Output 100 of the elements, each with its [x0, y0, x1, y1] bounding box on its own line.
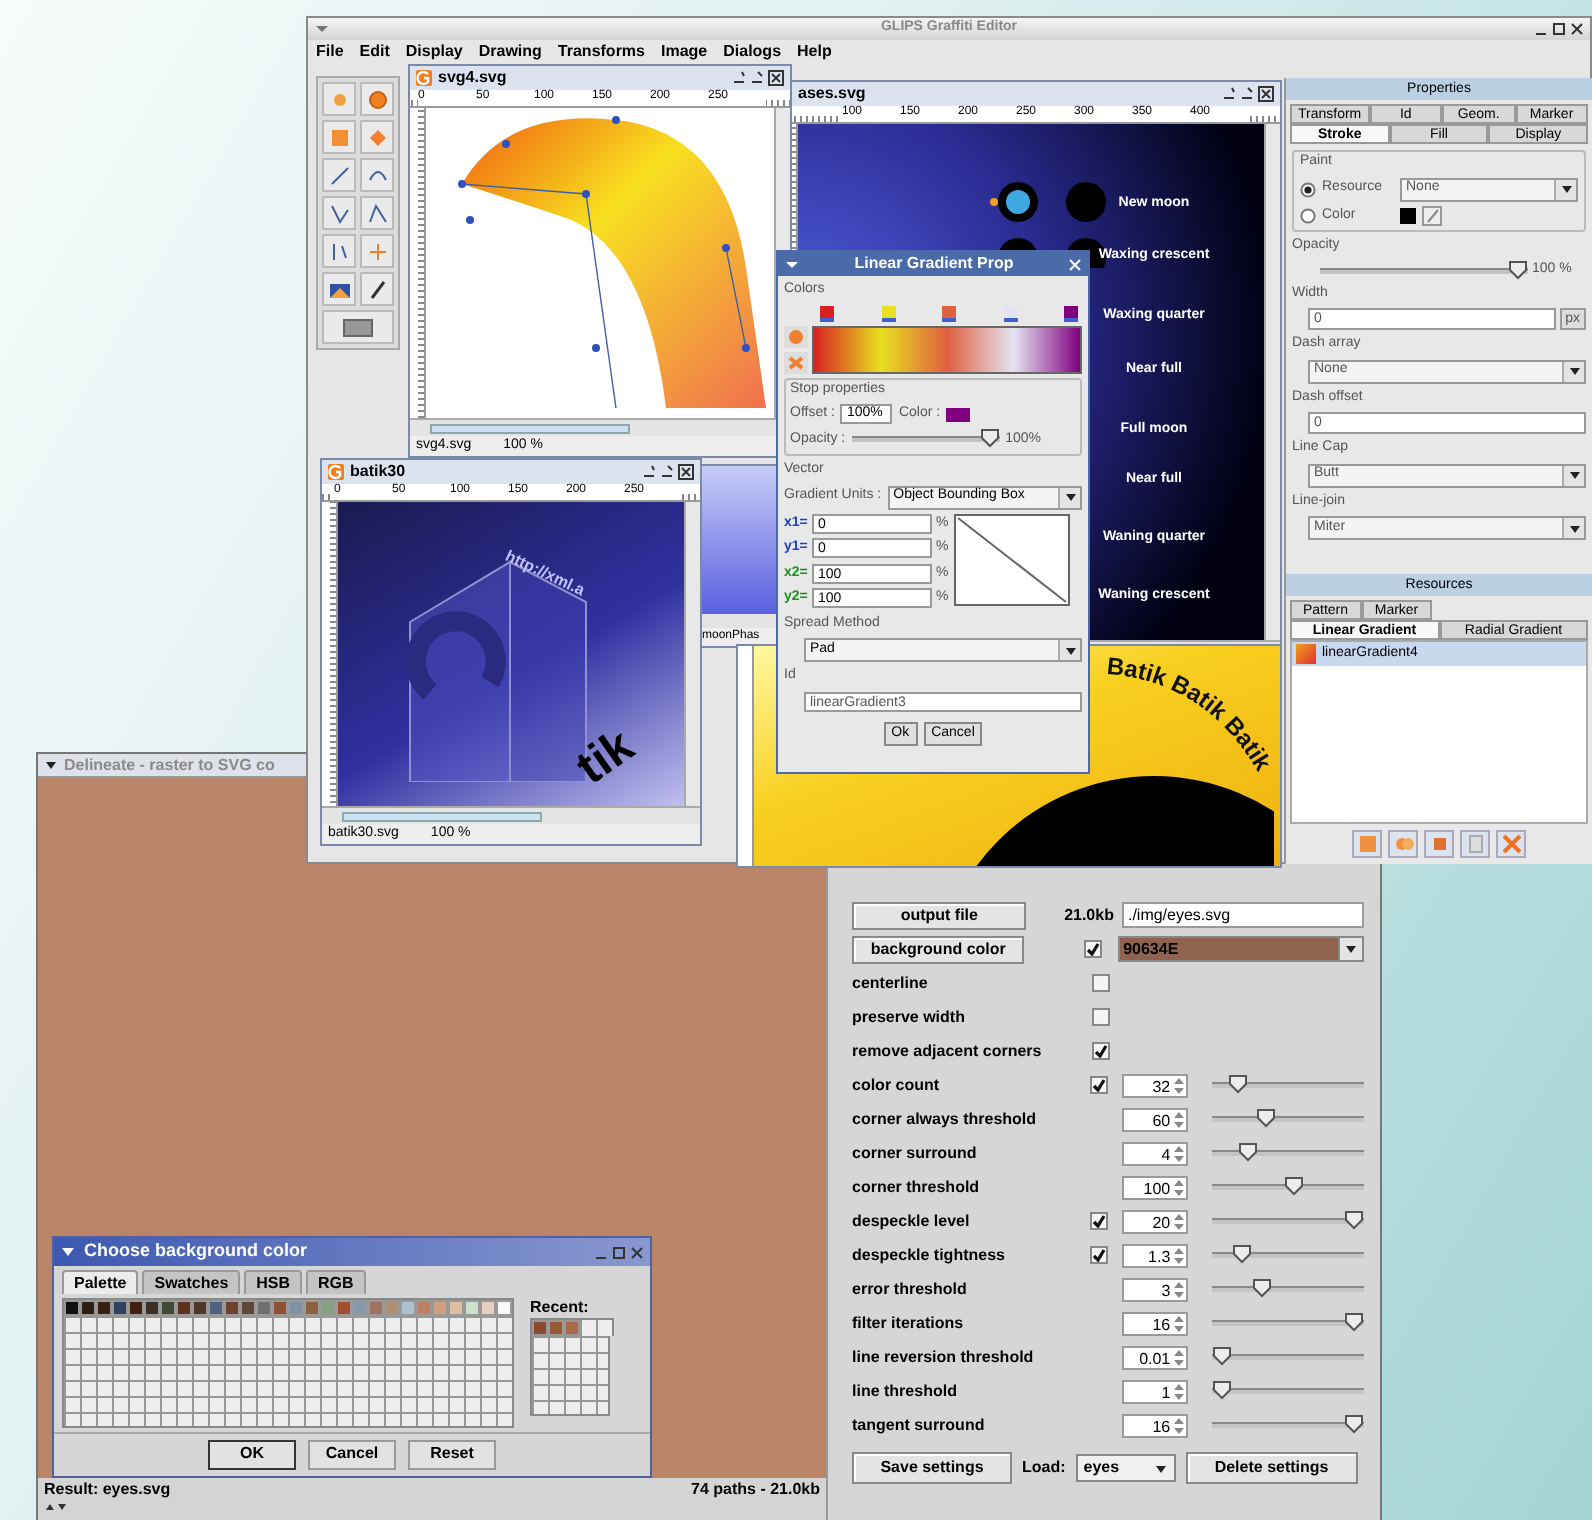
- caret-icon[interactable]: [1567, 521, 1581, 535]
- color-swatch[interactable]: [176, 1300, 192, 1316]
- spin-field[interactable]: 16: [1121, 1311, 1189, 1335]
- path-field[interactable]: ./img/eyes.svg: [1121, 902, 1365, 928]
- color-swatch[interactable]: [432, 1300, 448, 1316]
- maximize-icon[interactable]: [1552, 22, 1566, 36]
- spin-arrows-icon[interactable]: [1172, 1211, 1187, 1231]
- maximize-icon[interactable]: [612, 1245, 626, 1259]
- slider-thumb[interactable]: [1231, 1244, 1252, 1264]
- window-menu-icon[interactable]: [784, 257, 800, 271]
- spin-field[interactable]: 16: [1121, 1413, 1189, 1437]
- tool-button[interactable]: [322, 310, 394, 344]
- slider-thumb[interactable]: [1344, 1210, 1364, 1230]
- color-swatch[interactable]: [112, 1300, 128, 1316]
- spin-field[interactable]: 20: [1121, 1209, 1189, 1233]
- stop-marker[interactable]: [881, 305, 895, 321]
- color-swatch[interactable]: [416, 1300, 432, 1316]
- color-swatch[interactable]: [320, 1300, 336, 1316]
- dialog-button[interactable]: OK: [208, 1439, 296, 1469]
- spin-field[interactable]: 100: [1121, 1175, 1189, 1199]
- menu-item[interactable]: Drawing: [478, 40, 542, 64]
- checkbox[interactable]: [1089, 1212, 1108, 1230]
- spin-arrows-icon[interactable]: [1172, 1109, 1187, 1129]
- menu-item[interactable]: Help: [797, 40, 832, 64]
- spin-field[interactable]: 1: [1121, 1379, 1189, 1403]
- tool-button[interactable]: [360, 272, 394, 306]
- close-icon[interactable]: [1258, 86, 1274, 102]
- color-swatch[interactable]: [192, 1300, 208, 1316]
- stop-marker[interactable]: [942, 305, 956, 321]
- color-swatch[interactable]: [368, 1300, 384, 1316]
- color-swatch[interactable]: [256, 1300, 272, 1316]
- save-settings-button[interactable]: Save settings: [852, 1452, 1012, 1484]
- color-swatch[interactable]: [304, 1300, 320, 1316]
- close-icon[interactable]: [678, 464, 694, 480]
- color-swatch[interactable]: [400, 1300, 416, 1316]
- radio-button[interactable]: [1300, 207, 1316, 224]
- checkbox[interactable]: [1092, 1042, 1110, 1060]
- caret-icon[interactable]: [1153, 1461, 1168, 1475]
- tab[interactable]: Swatches: [142, 1270, 241, 1294]
- tab[interactable]: Palette: [62, 1270, 139, 1294]
- slider-thumb[interactable]: [1251, 1278, 1272, 1298]
- restore-icon[interactable]: [1222, 86, 1236, 100]
- window-menu-icon[interactable]: [44, 758, 58, 772]
- close-icon[interactable]: [768, 70, 784, 86]
- color-swatch[interactable]: [240, 1300, 256, 1316]
- tool-button[interactable]: [360, 196, 394, 230]
- slider-thumb[interactable]: [1255, 1108, 1276, 1128]
- menu-item[interactable]: Transforms: [557, 40, 645, 64]
- menu-item[interactable]: Dialogs: [723, 40, 782, 64]
- color-swatch[interactable]: [288, 1300, 304, 1316]
- spin-arrows-icon[interactable]: [1172, 1245, 1187, 1265]
- spin-field[interactable]: 60: [1121, 1107, 1189, 1131]
- menu-item[interactable]: Display: [405, 40, 463, 64]
- stop-marker[interactable]: [820, 305, 834, 321]
- spin-arrows-icon[interactable]: [1172, 1347, 1187, 1367]
- radio-button[interactable]: [1300, 181, 1316, 197]
- spin-arrows-icon[interactable]: [1172, 1075, 1187, 1095]
- tab[interactable]: RGB: [306, 1270, 366, 1294]
- spin-arrows-icon[interactable]: [1172, 1143, 1187, 1163]
- spin-arrows-icon[interactable]: [1172, 1279, 1187, 1299]
- slider-thumb[interactable]: [1238, 1142, 1259, 1162]
- color-swatch[interactable]: [144, 1300, 160, 1316]
- restore-icon[interactable]: [732, 70, 746, 84]
- spin-field[interactable]: 32: [1121, 1073, 1189, 1097]
- spin-arrows-icon[interactable]: [1172, 1177, 1187, 1197]
- scrollbar-thumb[interactable]: [342, 811, 542, 821]
- spin-field[interactable]: 1.3: [1121, 1243, 1189, 1267]
- caret-icon[interactable]: [1063, 490, 1077, 504]
- delete-settings-button[interactable]: Delete settings: [1185, 1452, 1358, 1484]
- maximize-icon[interactable]: [1240, 86, 1254, 100]
- color-swatch[interactable]: [946, 407, 971, 422]
- caret-icon[interactable]: [1567, 468, 1581, 482]
- color-swatch[interactable]: [464, 1300, 480, 1316]
- tool-button[interactable]: [322, 234, 356, 268]
- output-file-button[interactable]: output file: [852, 901, 1027, 929]
- stop-marker[interactable]: [1003, 305, 1017, 321]
- color-swatch[interactable]: [384, 1300, 400, 1316]
- caret-icon[interactable]: [1559, 182, 1573, 196]
- scrollbar[interactable]: [1264, 124, 1280, 640]
- color-swatch[interactable]: [128, 1300, 144, 1316]
- color-swatch[interactable]: [96, 1300, 112, 1316]
- checkbox[interactable]: [1092, 974, 1110, 992]
- scrollbar[interactable]: [322, 806, 700, 824]
- color-swatch[interactable]: [80, 1300, 96, 1316]
- slider-thumb[interactable]: [1508, 259, 1528, 279]
- checkbox[interactable]: [1092, 1008, 1110, 1026]
- slider-thumb[interactable]: [1212, 1346, 1232, 1366]
- checkbox[interactable]: [1089, 1246, 1108, 1264]
- color-swatch[interactable]: [448, 1300, 464, 1316]
- window-menu-icon[interactable]: [60, 1244, 76, 1260]
- color-swatch[interactable]: [208, 1300, 224, 1316]
- slider-thumb[interactable]: [1227, 1074, 1248, 1094]
- checkbox[interactable]: [1083, 940, 1102, 958]
- color-swatch[interactable]: [480, 1300, 496, 1316]
- color-swatch[interactable]: [1400, 207, 1416, 224]
- menu-item[interactable]: Edit: [359, 40, 390, 64]
- color-swatch[interactable]: [548, 1320, 564, 1336]
- color-swatch[interactable]: [564, 1320, 580, 1336]
- tool-button[interactable]: [322, 272, 356, 306]
- color-field[interactable]: 90634E: [1117, 936, 1364, 962]
